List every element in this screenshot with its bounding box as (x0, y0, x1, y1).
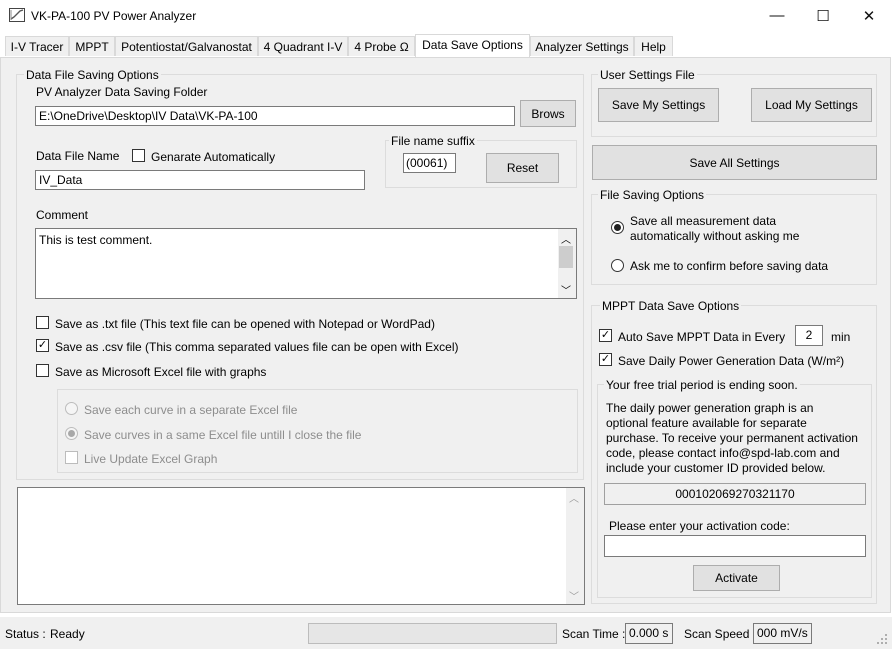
scan-speed-label: Scan Speed : (684, 627, 757, 641)
scan-time-value: 0.000 s (625, 623, 673, 644)
chevron-up-icon[interactable]: ︿ (561, 231, 571, 246)
scan-time-label: Scan Time : (562, 627, 626, 641)
comment-textarea[interactable]: This is test comment. (35, 228, 577, 299)
log-scrollbar[interactable]: ︿ ﹀ (566, 488, 584, 604)
chevron-down-icon[interactable]: ﹀ (561, 282, 571, 297)
tab-help[interactable]: Help (634, 36, 673, 56)
mppt-options-label: MPPT Data Save Options (600, 299, 742, 313)
window-title: VK-PA-100 PV Power Analyzer (31, 9, 197, 23)
folder-label: PV Analyzer Data Saving Folder (36, 85, 208, 99)
auto-save-label-line1: Save all measurement data (630, 214, 777, 228)
auto-save-radio[interactable] (611, 221, 624, 234)
user-settings-label: User Settings File (598, 68, 697, 82)
trial-text-line2: optional feature available for separate (606, 416, 807, 430)
title-bar: VK-PA-100 PV Power Analyzer — ☐ ✕ (0, 0, 892, 31)
excel-live-checkbox[interactable] (65, 451, 78, 464)
chevron-down-icon[interactable]: ﹀ (569, 588, 579, 603)
daily-power-label: Save Daily Power Generation Data (W/m²) (618, 354, 845, 368)
resize-grip-icon[interactable] (876, 633, 888, 648)
file-saving-options-label: File Saving Options (598, 188, 707, 202)
generate-auto-label: Genarate Automatically (151, 150, 276, 164)
comment-label: Comment (36, 208, 89, 222)
excel-each-label: Save each curve in a separate Excel file (84, 403, 298, 417)
progress-bar (308, 623, 557, 644)
tab-4-probe[interactable]: 4 Probe Ω (348, 36, 415, 56)
save-csv-checkbox[interactable]: ✓ (36, 339, 49, 352)
data-file-saving-label: Data File Saving Options (24, 68, 161, 82)
comment-text: This is test comment. (39, 233, 153, 247)
trial-text-line4: code, please contact info@spd-lab.com an… (606, 446, 840, 460)
interval-input[interactable]: 2 (795, 325, 823, 346)
check-icon: ✓ (600, 353, 611, 365)
comment-scrollbar[interactable]: ︿ ﹀ (558, 229, 576, 298)
activate-button[interactable]: Activate (693, 565, 780, 591)
browse-button[interactable]: Brows (520, 100, 576, 127)
tab-4-quadrant[interactable]: 4 Quadrant I-V (258, 36, 348, 56)
auto-save-mppt-label: Auto Save MPPT Data in Every (618, 330, 786, 344)
ask-confirm-label: Ask me to confirm before saving data (630, 259, 829, 273)
file-name-label: Data File Name (36, 149, 120, 163)
tab-analyzer-settings[interactable]: Analyzer Settings (530, 36, 634, 56)
excel-same-radio[interactable] (65, 427, 78, 440)
tab-strip: I-V Tracer MPPT Potentiostat/Galvanostat… (0, 34, 892, 57)
suffix-input[interactable]: (00061) (403, 153, 456, 173)
save-my-settings-button[interactable]: Save My Settings (598, 88, 719, 122)
app-icon (9, 7, 25, 23)
save-csv-label: Save as .csv file (This comma separated … (55, 340, 459, 354)
minimize-button[interactable]: — (754, 0, 800, 31)
excel-same-label: Save curves in a same Excel file untill … (84, 428, 362, 442)
daily-power-checkbox[interactable]: ✓ (599, 353, 612, 366)
trial-text-line1: The daily power generation graph is an (606, 401, 814, 415)
status-value: Ready (50, 627, 85, 641)
status-label: Status : (5, 627, 46, 641)
generate-auto-checkbox[interactable] (132, 149, 145, 162)
scroll-thumb[interactable] (559, 246, 573, 268)
customer-id-field: 000102069270321170 (604, 483, 866, 505)
excel-live-label: Live Update Excel Graph (84, 452, 218, 466)
minimize-icon: — (769, 7, 785, 24)
maximize-button[interactable]: ☐ (800, 0, 846, 31)
file-name-input[interactable]: IV_Data (35, 170, 365, 190)
tab-iv-tracer[interactable]: I-V Tracer (5, 36, 69, 56)
folder-input[interactable]: E:\OneDrive\Desktop\IV Data\VK-PA-100 (35, 106, 515, 126)
auto-save-mppt-checkbox[interactable]: ✓ (599, 329, 612, 342)
auto-save-label-line2: automatically without asking me (630, 229, 800, 243)
excel-each-radio[interactable] (65, 402, 78, 415)
save-txt-checkbox[interactable] (36, 316, 49, 329)
maximize-icon: ☐ (816, 7, 830, 25)
activation-input[interactable] (604, 535, 866, 557)
close-button[interactable]: ✕ (846, 0, 892, 31)
log-textarea[interactable] (17, 487, 585, 605)
status-bar: Status : Ready Scan Time : 0.000 s Scan … (0, 617, 892, 649)
trial-group-label: Your free trial period is ending soon. (604, 378, 800, 392)
activation-label: Please enter your activation code: (609, 519, 790, 533)
chevron-up-icon[interactable]: ︿ (569, 490, 579, 505)
check-icon: ✓ (600, 329, 611, 341)
tab-potentiostat[interactable]: Potentiostat/Galvanostat (115, 36, 258, 56)
tab-data-save-options[interactable]: Data Save Options (415, 34, 530, 57)
suffix-group-label: File name suffix (389, 134, 477, 148)
interval-unit: min (831, 330, 851, 344)
tab-mppt[interactable]: MPPT (69, 36, 115, 56)
trial-text-line5: include your customer ID provided below. (606, 461, 826, 475)
trial-text-line3: purchase. To receive your permanent acti… (606, 431, 858, 445)
save-excel-label: Save as Microsoft Excel file with graphs (55, 365, 267, 379)
check-icon: ✓ (37, 339, 48, 351)
save-all-settings-button[interactable]: Save All Settings (592, 145, 877, 180)
ask-confirm-radio[interactable] (611, 259, 624, 272)
scan-speed-value: 000 mV/s (753, 623, 812, 644)
close-icon: ✕ (862, 7, 876, 25)
load-my-settings-button[interactable]: Load My Settings (751, 88, 872, 122)
save-txt-label: Save as .txt file (This text file can be… (55, 317, 435, 331)
reset-button[interactable]: Reset (486, 153, 559, 183)
save-excel-checkbox[interactable] (36, 364, 49, 377)
